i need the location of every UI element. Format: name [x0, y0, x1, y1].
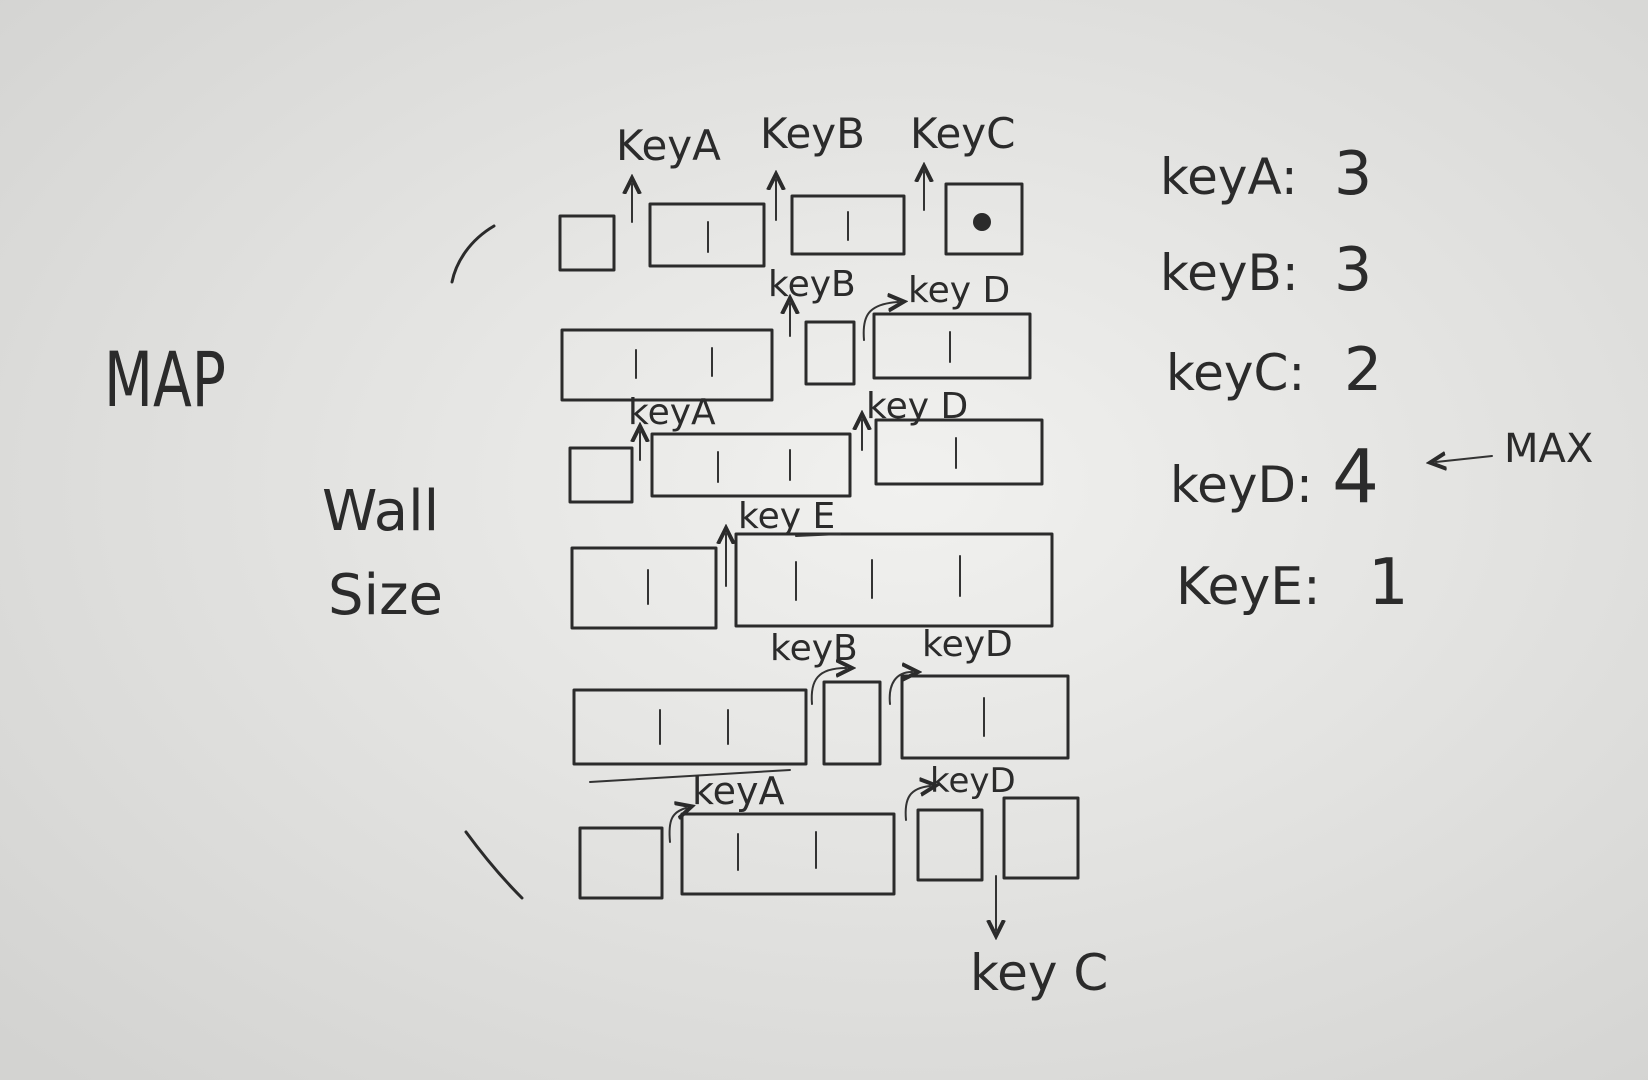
key-label: keyD [922, 624, 1013, 665]
map-label: MAP [104, 335, 226, 424]
count-label: KeyE: [1176, 557, 1321, 617]
keyhole-dot [973, 213, 991, 231]
key-label: keyA [692, 769, 785, 813]
count-value: 4 [1332, 434, 1379, 520]
key-label: keyB [770, 628, 858, 669]
whiteboard-diagram: MAP Wall Size KeyA KeyB KeyC keyB key D [0, 0, 1648, 1080]
key-label: keyA [628, 392, 716, 433]
key-label: KeyC [910, 109, 1015, 158]
key-label: key D [908, 270, 1010, 311]
count-value: 3 [1334, 235, 1372, 305]
count-label: keyC: [1166, 344, 1305, 402]
count-value: 3 [1334, 139, 1372, 209]
count-label: keyB: [1160, 244, 1299, 302]
paper-background [0, 0, 1648, 1080]
key-label: keyB [768, 264, 856, 305]
key-label: KeyA [616, 121, 721, 170]
count-value: 2 [1344, 335, 1382, 405]
size-label: Size [328, 563, 443, 628]
wall-label: Wall [322, 479, 439, 544]
key-label: key E [738, 496, 835, 537]
key-label: KeyB [760, 109, 865, 158]
count-label: keyD: [1170, 456, 1313, 514]
key-label: keyD [930, 761, 1016, 801]
count-label: keyA: [1160, 148, 1298, 206]
bottom-key-label: key C [970, 944, 1108, 1002]
key-label: key D [866, 386, 968, 427]
max-label: MAX [1504, 426, 1593, 472]
count-value: 1 [1368, 546, 1409, 620]
